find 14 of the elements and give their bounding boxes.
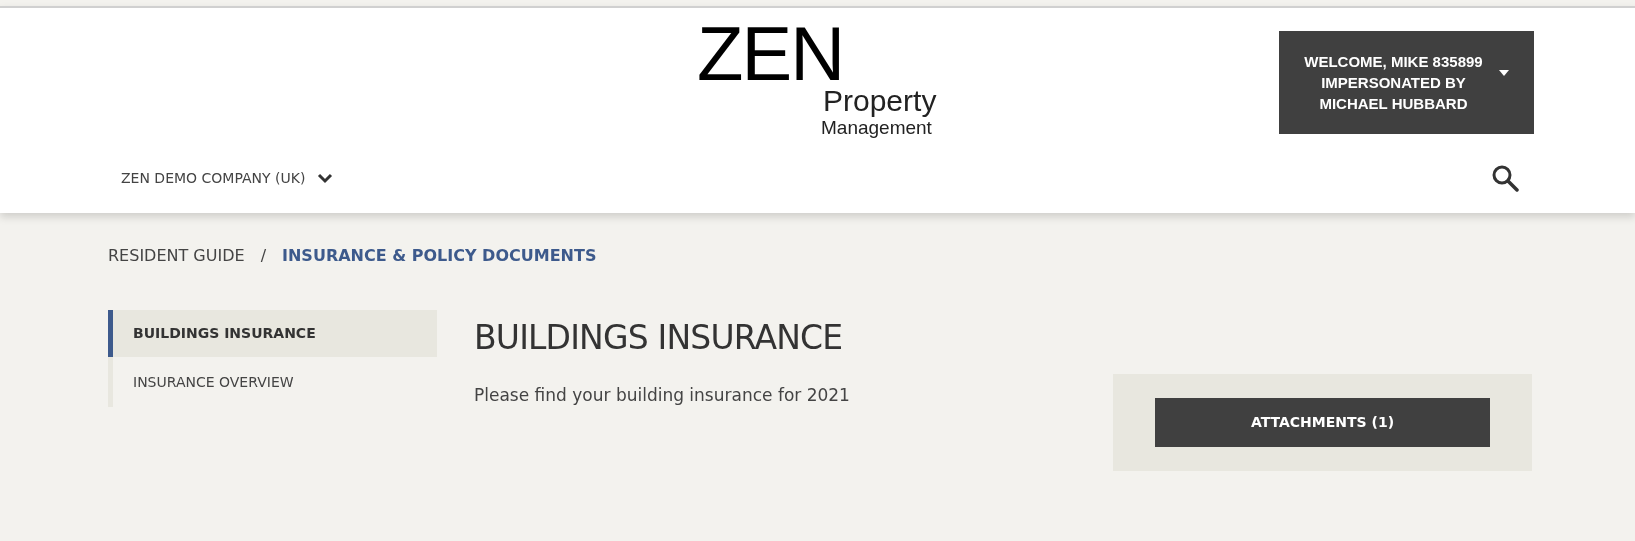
article-title: BUILDINGS INSURANCE <box>474 317 844 359</box>
attachments-button[interactable]: ATTACHMENTS (1) <box>1155 398 1490 447</box>
article-text: Please find your building insurance for 2021 <box>474 383 851 407</box>
sidebar-item[interactable]: BUILDINGS INSURANCE <box>108 310 437 357</box>
breadcrumb-link[interactable]: INSURANCE & POLICY DOCUMENTS <box>282 244 597 268</box>
search-icon[interactable] <box>1491 164 1519 192</box>
company-selector[interactable]: ZEN DEMO COMPANY (UK) <box>121 167 334 189</box>
logo-text: Management <box>821 118 932 137</box>
caret-icon <box>1498 69 1509 76</box>
user-menu-button[interactable]: WELCOME, MIKE 835899 IMPERSONATED BY MICHAEL HUBBARD <box>1279 31 1534 134</box>
breadcrumb-separator: / <box>260 245 266 267</box>
chevron-down-icon <box>317 172 334 184</box>
breadcrumb-link[interactable]: RESIDENT GUIDE <box>108 244 245 268</box>
sidebar-item[interactable]: INSURANCE OVERVIEW <box>108 357 437 407</box>
